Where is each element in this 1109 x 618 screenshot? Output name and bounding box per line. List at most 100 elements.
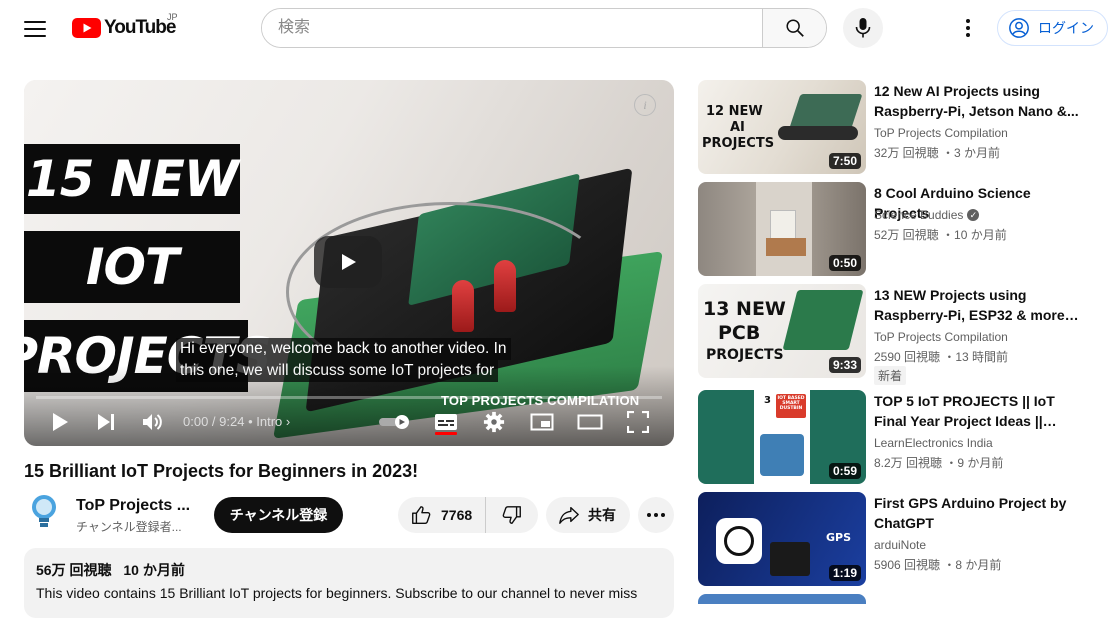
- related-channel: Science Buddies ✓: [874, 208, 980, 222]
- related-meta: 2590 回視聴 ・13 時間前: [874, 350, 1009, 364]
- red-button-graphic: [452, 280, 474, 332]
- video-duration: 0:59: [828, 463, 861, 479]
- login-button[interactable]: ログイン: [997, 10, 1108, 46]
- video-player[interactable]: 15 NEW IOT PROJECTS i Hi everyone, welco…: [24, 80, 674, 446]
- description-box[interactable]: 56万 回視聴 10 か月前 This video contains 15 Br…: [24, 548, 674, 618]
- related-video-item[interactable]: 3 IOT BASED SMART DUSTBIN 0:59 TOP 5 IoT…: [698, 390, 1098, 484]
- like-count: 7768: [441, 507, 473, 523]
- menu-icon[interactable]: [24, 18, 46, 38]
- related-thumbnail[interactable]: 13 NEW PCB PROJECTS 9:33: [698, 284, 866, 378]
- channel-name[interactable]: ToP Projects ...: [76, 497, 190, 515]
- search-icon: [785, 19, 804, 37]
- autoplay-toggle-icon: [379, 415, 409, 429]
- youtube-logo-icon: [72, 18, 101, 38]
- settings-button[interactable]: [482, 410, 506, 434]
- related-channel-name: ToP Projects Compilation: [874, 330, 1008, 344]
- chatgpt-ring-graphic: [724, 526, 754, 556]
- thumb-title-line: IOT: [24, 231, 240, 303]
- related-thumbnail[interactable]: 12 NEW AI PROJECTS 7:50: [698, 80, 866, 174]
- related-video-item[interactable]: 13 NEW PCB PROJECTS 9:33 13 NEW Projects…: [698, 284, 1098, 385]
- login-label: ログイン: [1038, 20, 1094, 36]
- youtube-logo[interactable]: YouTube: [72, 17, 176, 39]
- time-display: 0:00 / 9:24 • Intro ›: [183, 414, 290, 429]
- dislike-icon: [502, 506, 521, 524]
- description-meta: 56万 回視聴 10 か月前: [36, 560, 662, 580]
- account-icon: [1009, 18, 1029, 38]
- related-channel-name: Science Buddies: [874, 208, 964, 222]
- related-video-item[interactable]: GPS 1:19 First GPS Arduino Project by Ch…: [698, 492, 1098, 586]
- autoplay-toggle[interactable]: [378, 410, 412, 434]
- lightbulb-avatar-icon: [32, 495, 56, 527]
- related-channel-name: ToP Projects Compilation: [874, 126, 1008, 140]
- voice-search-button[interactable]: [843, 8, 883, 48]
- theater-icon: [577, 414, 603, 430]
- robot-base-graphic: [778, 126, 858, 140]
- thumb-text: 13 NEW: [703, 298, 786, 320]
- chapter-name[interactable]: Intro: [256, 414, 282, 429]
- related-meta: 32万 回視聴 ・3 か月前: [874, 146, 1001, 160]
- video-duration: 0:50: [828, 255, 861, 271]
- related-title: First GPS Arduino Project by ChatGPT: [874, 495, 1067, 531]
- search-box: [261, 8, 827, 48]
- mic-icon: [855, 18, 871, 38]
- subtitles-icon: [435, 414, 457, 430]
- theater-mode-button[interactable]: [576, 410, 604, 434]
- logo-country-code: JP: [167, 12, 178, 22]
- share-button[interactable]: 共有: [546, 497, 630, 533]
- center-play-button[interactable]: [314, 236, 382, 288]
- more-vert-icon[interactable]: [958, 16, 978, 40]
- progress-bar[interactable]: [36, 396, 662, 399]
- like-button[interactable]: 7768: [398, 497, 486, 533]
- related-video-item[interactable]: 12 NEW AI PROJECTS 7:50 12 New AI Projec…: [698, 80, 1098, 174]
- play-icon: [342, 254, 356, 270]
- miniplayer-button[interactable]: [529, 410, 555, 434]
- thumb-title-line: 15 NEW: [24, 144, 240, 214]
- more-actions-button[interactable]: [638, 497, 674, 533]
- related-title: 13 NEW Projects using Raspberry-Pi, ESP3…: [874, 287, 1065, 323]
- next-icon: [98, 414, 114, 430]
- video-title: 15 Brilliant IoT Projects for Beginners …: [24, 461, 419, 481]
- subtitles-button[interactable]: [433, 410, 459, 434]
- subscribe-button[interactable]: チャンネル登録: [214, 497, 343, 533]
- board-graphic: [766, 238, 806, 256]
- fullscreen-icon: [627, 411, 649, 433]
- top-bar: YouTube JP ログイン: [0, 0, 1109, 56]
- related-title: 12 New AI Projects using Raspberry-Pi, J…: [874, 83, 1079, 119]
- play-button[interactable]: [48, 410, 72, 434]
- related-channel: LearnElectronics India: [874, 436, 993, 450]
- volume-button[interactable]: [140, 410, 166, 434]
- info-icon[interactable]: i: [634, 94, 656, 116]
- related-video-item[interactable]: 0:50 8 Cool Arduino Science Projects Sci…: [698, 182, 1098, 276]
- gps-module-graphic: [770, 542, 810, 576]
- related-title: TOP 5 IoT PROJECTS || IoT Final Year Pro…: [874, 393, 1055, 429]
- channel-avatar[interactable]: [24, 492, 64, 532]
- related-meta: 5906 回視聴 ・8 か月前: [874, 558, 1002, 572]
- thumb-text: PCB: [718, 322, 761, 344]
- search-input[interactable]: [262, 9, 762, 47]
- volume-icon: [143, 414, 162, 430]
- thumb-text: 3: [764, 395, 771, 406]
- thumb-text: PROJECTS: [706, 347, 784, 363]
- related-thumbnail-partial[interactable]: [698, 594, 866, 604]
- pcb-graphic: [782, 290, 864, 350]
- red-button-graphic: [494, 260, 516, 312]
- settings-icon: [483, 411, 505, 433]
- related-thumbnail[interactable]: 0:50: [698, 182, 866, 276]
- next-button[interactable]: [94, 410, 118, 434]
- related-thumbnail[interactable]: 3 IOT BASED SMART DUSTBIN 0:59: [698, 390, 866, 484]
- dustbin-graphic: [760, 434, 804, 476]
- logo-text: YouTube: [104, 17, 176, 38]
- related-channel-name: LearnElectronics India: [874, 436, 993, 450]
- related-channel: ToP Projects Compilation: [874, 330, 1008, 344]
- search-button[interactable]: [762, 9, 826, 47]
- fullscreen-button[interactable]: [626, 410, 650, 434]
- related-thumbnail[interactable]: GPS 1:19: [698, 492, 866, 586]
- dislike-button[interactable]: [486, 497, 538, 533]
- related-meta: 52万 回視聴 ・10 か月前: [874, 228, 1007, 242]
- share-label: 共有: [588, 507, 616, 523]
- like-dislike-group: 7768: [398, 497, 538, 533]
- related-channel-name: arduiNote: [874, 538, 927, 552]
- video-duration: 7:50: [828, 153, 861, 169]
- description-text: This video contains 15 Brilliant IoT pro…: [36, 585, 638, 601]
- subtitles-active-indicator: [435, 432, 457, 435]
